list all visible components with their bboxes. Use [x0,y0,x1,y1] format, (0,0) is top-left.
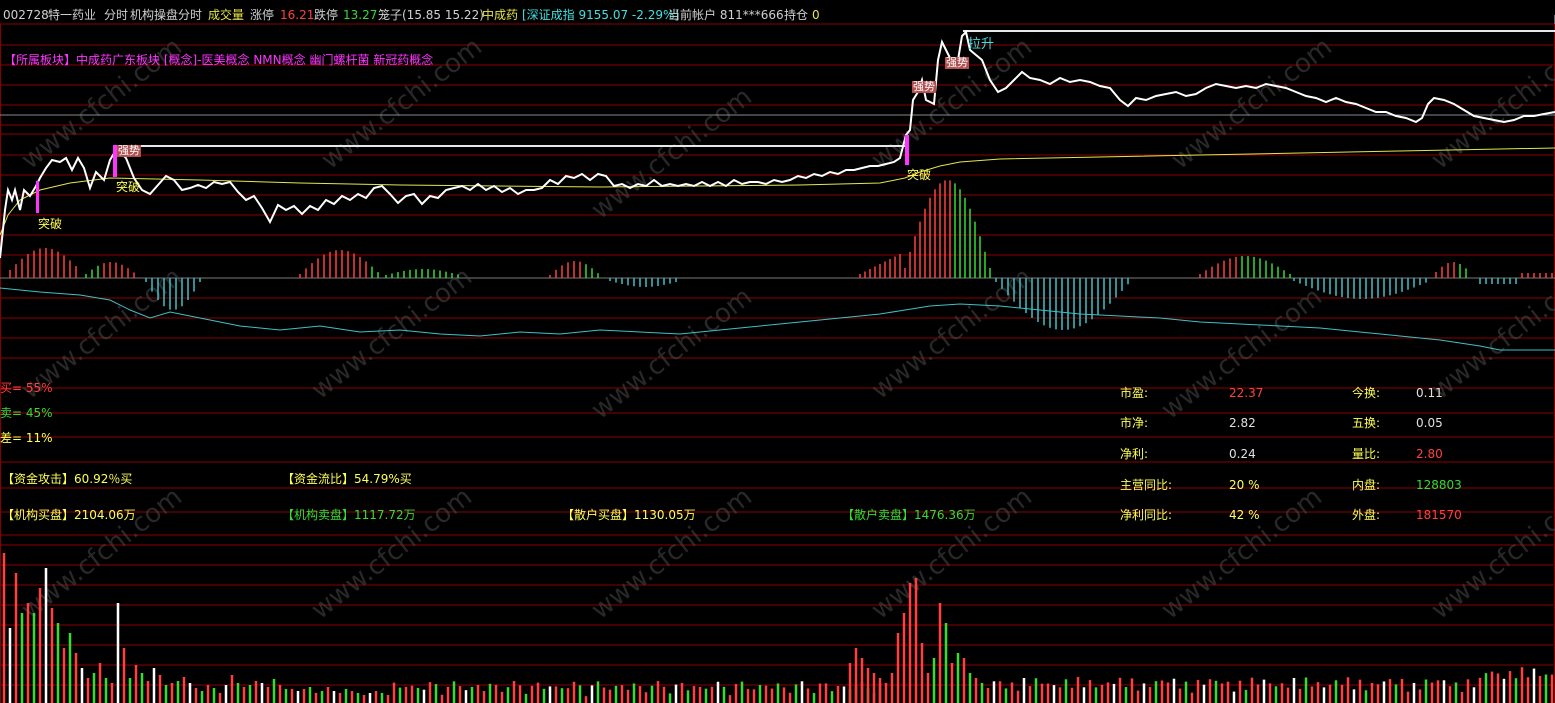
cage-range: 笼子(15.85 15.22) [378,8,484,22]
tab-institution-intraday[interactable]: 机构操盘分时 [130,8,202,22]
svg-text:www.cfchi.com: www.cfchi.com [1156,282,1328,426]
outer-volume-label: 外盘: [1352,508,1381,522]
tab-volume[interactable]: 成交量 [208,8,244,22]
index-quote[interactable]: [深证成指 9155.07 -2.29%] [522,8,679,22]
revenue-yoy-value: 20 % [1229,478,1260,492]
grid-lines [0,23,1555,703]
volume-ratio-label: 量比: [1352,447,1381,461]
sell-ratio: 卖= 45% [0,406,53,420]
diff-ratio: 差= 11% [0,431,53,445]
breakout-marker-1 [36,181,39,213]
institution-sell: 【机构卖盘】1117.72万 [282,508,416,522]
position-value: 0 [812,8,820,22]
revenue-yoy-label: 主营同比: [1120,478,1173,492]
inner-volume-label: 内盘: [1352,478,1381,492]
svg-text:www.cfchi.com: www.cfchi.com [866,262,1038,406]
profit-yoy-value: 42 % [1229,508,1260,522]
header-bar: 002728 特一药业 分时 机构操盘分时 成交量 涨停 16.21 跌停 13… [0,0,1555,24]
chart-canvas: www.cfchi.com www.cfchi.com www.cfchi.com w… [0,23,1555,703]
svg-text:www.cfchi.com: www.cfchi.com [866,482,1038,626]
profit-yoy-label: 净利同比: [1120,508,1173,522]
turnover-value: 0.11 [1416,386,1443,400]
turnover5-value: 0.05 [1416,416,1443,430]
limit-up-value: 16.21 [280,8,315,22]
svg-text:www.cfchi.com: www.cfchi.com [1426,262,1555,406]
buy-ratio: 买= 55% [0,381,53,395]
retail-sell: 【散户卖盘】1476.36万 [842,508,976,522]
volume-ratio-value: 2.80 [1416,447,1443,461]
svg-text:www.cfchi.com: www.cfchi.com [586,482,758,626]
position-label: 持仓 [784,8,809,22]
sector-name[interactable]: 中成药 [482,8,518,22]
stock-code: 002728 [3,8,49,22]
stock-name: 特一药业 [48,8,97,22]
breakout-marker-2 [905,135,909,165]
outer-volume-value: 181570 [1416,508,1462,522]
money-flow-line [0,287,1555,351]
svg-text:www.cfchi.com: www.cfchi.com [1426,482,1555,626]
turnover5-label: 五换: [1352,416,1381,430]
label-strong-1: 强势 [117,144,141,157]
turnover-label: 今换: [1352,386,1381,400]
label-breakout-2: 突破 [116,180,141,194]
svg-text:www.cfchi.com: www.cfchi.com [586,282,758,426]
volume-bars [2,553,1554,703]
account-info: 当前帐户 811***666 [668,8,784,22]
pb-value: 2.82 [1229,416,1256,430]
label-breakout-3: 突破 [907,168,932,182]
limit-up-label: 涨停 [250,8,275,22]
inner-volume-value: 128803 [1416,478,1462,492]
svg-text:www.cfchi.com: www.cfchi.com [306,262,478,406]
svg-text:www.cfchi.com: www.cfchi.com [866,32,1038,176]
fund-attack: 【资金攻击】60.92％买 [2,472,133,486]
net-profit-value: 0.24 [1229,447,1256,461]
svg-text:www.cfchi.com: www.cfchi.com [1426,32,1555,176]
svg-text:www.cfchi.com: www.cfchi.com [1156,482,1328,626]
svg-text:www.cfchi.com: www.cfchi.com [586,82,758,226]
label-pull-up: 拉升 [968,37,995,52]
pe-label: 市盈: [1120,386,1149,400]
concept-sectors: 【所属板块】中成药广东板块 [概念]-医美概念 NMN概念 幽门螺杆菌 新冠药概… [4,53,434,67]
fund-flow-ratio: 【资金流比】54.79%买 [282,472,412,486]
tab-intraday[interactable]: 分时 [104,8,128,22]
average-price-line [0,147,1555,236]
limit-down-value: 13.27 [343,8,378,22]
label-breakout-1: 突破 [38,217,63,231]
institution-buy: 【机构买盘】2104.06万 [2,508,136,522]
retail-buy: 【散户买盘】1130.05万 [562,508,696,522]
pb-label: 市净: [1120,416,1149,430]
svg-text:www.cfchi.com: www.cfchi.com [306,482,478,626]
net-profit-label: 净利: [1120,447,1149,461]
label-strong-3: 强势 [945,56,969,69]
limit-down-label: 跌停 [314,8,339,22]
pe-value: 22.37 [1229,386,1264,400]
svg-text:www.cfchi.com: www.cfchi.com [16,482,188,626]
label-strong-2: 强势 [912,80,936,93]
